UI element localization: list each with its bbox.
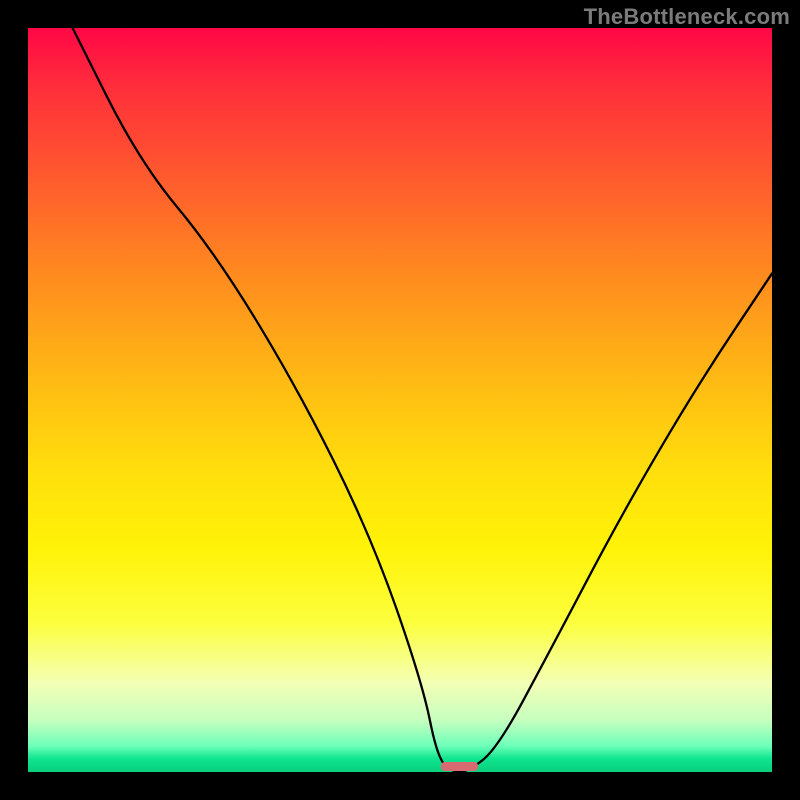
minimum-marker [441,762,478,771]
chart-svg [28,28,772,772]
chart-frame: TheBottleneck.com [0,0,800,800]
watermark-text: TheBottleneck.com [584,4,790,30]
bottleneck-curve [73,28,772,772]
plot-area [28,28,772,772]
